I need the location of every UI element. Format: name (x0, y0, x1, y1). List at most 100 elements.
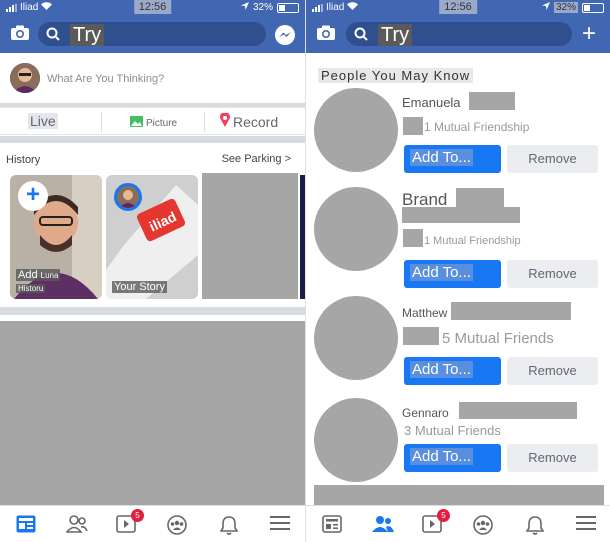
redacted-mutual-avatar (403, 327, 439, 345)
friends-icon[interactable] (65, 515, 88, 535)
wifi-icon (41, 2, 53, 13)
redacted-mutual-avatar (403, 229, 423, 247)
groups-icon[interactable] (167, 515, 189, 535)
redacted-surname (451, 302, 571, 320)
redacted-story (202, 173, 298, 299)
redacted-surname (456, 188, 504, 208)
avatar[interactable] (314, 296, 398, 380)
story-caption: Add Luna (16, 269, 61, 281)
search-icon (354, 27, 368, 46)
add-friend-button[interactable]: Add To... (404, 145, 501, 173)
wifi-icon (347, 2, 359, 13)
bottom-nav: 5 (306, 505, 610, 542)
add-friend-button[interactable]: Add To... (404, 444, 501, 472)
divider (0, 307, 305, 315)
section-title: People You May Know (318, 68, 474, 83)
remove-button[interactable]: Remove (507, 444, 598, 472)
menu-icon[interactable] (576, 515, 598, 535)
story-card[interactable]: iliad Your Story (106, 175, 198, 299)
divider (101, 112, 102, 132)
record-label: Record (233, 113, 279, 130)
camera-icon[interactable] (316, 25, 336, 41)
search-input[interactable]: Try (346, 22, 572, 46)
story-caption-sub: Historu (16, 284, 46, 293)
post-action-row: Live Picture Record (0, 107, 305, 135)
avatar (10, 63, 40, 93)
add-friend-icon[interactable]: + (582, 22, 596, 46)
status-bar: Iliad 12:56 32% (0, 0, 305, 16)
notification-badge: 5 (437, 509, 450, 522)
remove-button[interactable]: Remove (507, 145, 598, 173)
notification-badge: 5 (131, 509, 144, 522)
remove-button[interactable]: Remove (507, 357, 598, 385)
remove-button[interactable]: Remove (507, 260, 598, 288)
friends-icon[interactable] (372, 515, 394, 535)
avatar (114, 183, 142, 211)
add-story-card[interactable]: + Add Luna Historu (10, 175, 102, 299)
news-feed-icon[interactable] (322, 515, 344, 535)
search-query: Try (378, 24, 413, 46)
signal-icon (312, 3, 323, 12)
battery-icon (277, 2, 299, 13)
person-name[interactable]: Emanuela (402, 95, 461, 110)
live-button[interactable]: Live (28, 113, 58, 129)
mutual-friends: 3 Mutual Friends (404, 423, 501, 438)
battery-percent: 32% (553, 2, 578, 13)
story-caption: Your Story (112, 281, 167, 293)
battery-icon (582, 2, 604, 13)
composer-placeholder: What Are You Thinking? (47, 73, 165, 85)
news-feed-screen: Iliad 12:56 32% Try What Are You Thinkin… (0, 0, 305, 542)
top-bar: Iliad 12:56 32% Try (0, 0, 305, 53)
avatar[interactable] (314, 88, 398, 172)
picture-button[interactable]: Picture (130, 116, 177, 130)
redacted-surname (469, 92, 515, 110)
redacted-row (314, 485, 604, 505)
bell-icon[interactable] (219, 515, 242, 535)
friend-requests-screen: Iliad 12:56 32% Try + People You May Kno… (305, 0, 610, 542)
search-query: Try (70, 24, 105, 46)
bell-icon[interactable] (525, 515, 548, 535)
mutual-friends: 1 Mutual Friendship (424, 120, 530, 134)
person-name[interactable]: Matthew (402, 306, 447, 320)
divider (204, 112, 205, 132)
location-arrow-icon (240, 2, 249, 13)
person-name[interactable]: Gennaro (402, 406, 449, 420)
add-friend-button[interactable]: Add To... (404, 357, 501, 385)
watch-icon[interactable]: 5 (422, 509, 450, 535)
watch-icon[interactable]: 5 (116, 509, 144, 535)
carrier-name: Iliad (20, 2, 39, 13)
status-right: 32% (240, 2, 299, 13)
add-icon[interactable]: + (18, 181, 48, 211)
carrier-indicator: Iliad (312, 2, 359, 13)
search-icon (46, 27, 60, 46)
story-caption-main: Add (18, 269, 38, 281)
mutual-friends: 1 Mutual Friendship (424, 235, 521, 247)
see-more-link[interactable]: See Parking > (222, 153, 291, 165)
location-arrow-icon (541, 2, 550, 13)
divider (0, 136, 305, 143)
story-caption-extra: Luna (40, 271, 59, 280)
status-bar: Iliad 12:56 32% (306, 0, 610, 16)
add-friend-label: Add To... (410, 149, 473, 166)
groups-icon[interactable] (473, 515, 495, 535)
messenger-icon[interactable] (274, 24, 296, 46)
add-friend-button[interactable]: Add To... (404, 260, 501, 288)
clock: 12:56 (133, 0, 172, 14)
bottom-nav: 5 (0, 505, 305, 542)
camera-icon[interactable] (10, 25, 30, 41)
signal-icon (6, 3, 17, 12)
avatar[interactable] (314, 398, 398, 482)
add-friend-label: Add To... (410, 264, 473, 281)
status-right: 32% (541, 2, 604, 13)
search-input[interactable]: Try (38, 22, 266, 46)
battery-percent: 32% (252, 2, 273, 13)
avatar[interactable] (314, 187, 398, 271)
redacted-surname (459, 402, 577, 419)
news-feed-icon[interactable] (16, 515, 38, 535)
top-bar: Iliad 12:56 32% Try + (306, 0, 610, 53)
composer[interactable]: What Are You Thinking? (0, 53, 305, 103)
redacted-text (402, 207, 520, 223)
menu-icon[interactable] (270, 515, 292, 535)
record-button[interactable]: Record (220, 111, 279, 130)
add-friend-label: Add To... (410, 361, 473, 378)
